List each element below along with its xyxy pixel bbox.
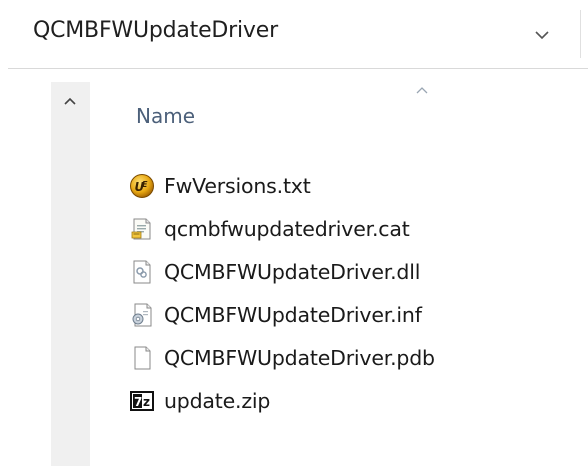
dll-file-icon bbox=[128, 258, 156, 286]
file-name: update.zip bbox=[164, 388, 271, 413]
file-row[interactable]: QCMBFWUpdateDriver.dll bbox=[128, 250, 548, 293]
address-bar-divider bbox=[8, 68, 588, 69]
file-row[interactable]: qcmbfwupdatedriver.cat bbox=[128, 207, 548, 250]
file-row[interactable]: 7 z update.zip bbox=[128, 379, 548, 422]
security-catalog-file-icon bbox=[128, 215, 156, 243]
explorer-window: QCMBFWUpdateDriver Name U E FwVersions.t… bbox=[0, 0, 588, 466]
file-row[interactable]: QCMBFWUpdateDriver.pdb bbox=[128, 336, 548, 379]
blank-file-icon bbox=[128, 344, 156, 372]
column-header-name[interactable]: Name bbox=[136, 104, 195, 128]
address-bar[interactable]: QCMBFWUpdateDriver bbox=[0, 0, 588, 68]
sort-ascending-icon bbox=[412, 84, 432, 96]
nav-pane-scrollbar[interactable] bbox=[51, 82, 90, 466]
file-row[interactable]: QCMBFWUpdateDriver.inf bbox=[128, 293, 548, 336]
7zip-archive-icon: 7 z bbox=[128, 387, 156, 415]
svg-text:7: 7 bbox=[134, 395, 142, 409]
ultraedit-file-icon: U E bbox=[128, 172, 156, 200]
file-name: QCMBFWUpdateDriver.pdb bbox=[164, 345, 435, 370]
chevron-up-icon[interactable] bbox=[60, 94, 80, 108]
address-bar-separator bbox=[580, 10, 581, 58]
file-name: FwVersions.txt bbox=[164, 173, 311, 198]
svg-text:E: E bbox=[142, 180, 148, 189]
file-row[interactable]: U E FwVersions.txt bbox=[128, 164, 548, 207]
file-name: qcmbfwupdatedriver.cat bbox=[164, 216, 410, 241]
file-list: U E FwVersions.txt qcmbfwupdatedriver.ca… bbox=[128, 164, 548, 422]
address-path[interactable]: QCMBFWUpdateDriver bbox=[33, 18, 278, 43]
setup-information-file-icon bbox=[128, 301, 156, 329]
chevron-down-icon[interactable] bbox=[524, 22, 560, 48]
file-name: QCMBFWUpdateDriver.inf bbox=[164, 302, 422, 327]
svg-text:z: z bbox=[143, 395, 150, 409]
file-name: QCMBFWUpdateDriver.dll bbox=[164, 259, 421, 284]
